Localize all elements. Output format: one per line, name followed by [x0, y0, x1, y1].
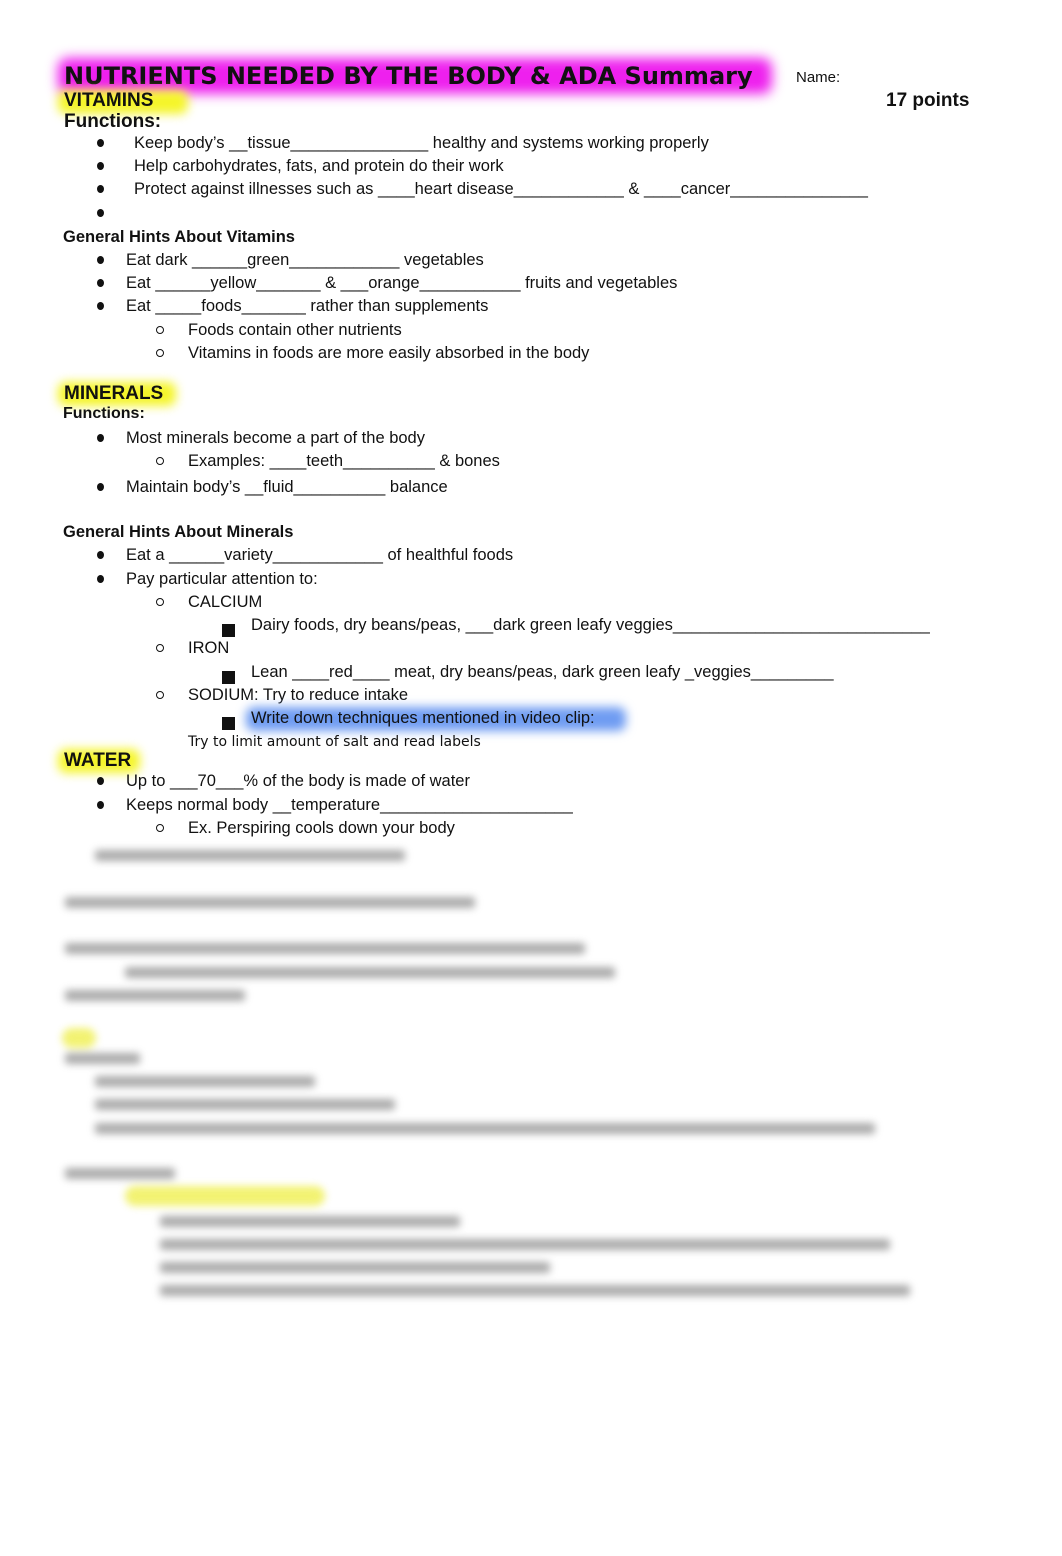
circle-bullet-icon — [156, 326, 164, 334]
bullet-icon — [97, 777, 104, 785]
vitamins-hints-heading: General Hints About Vitamins — [63, 228, 295, 246]
name-label: Name: — [796, 69, 841, 86]
circle-bullet-icon — [156, 691, 164, 699]
vitamins-heading: VITAMINS — [64, 90, 154, 111]
list-item: Ex. Perspiring cools down your body — [188, 819, 455, 837]
list-item: Keeps normal body __temperature_________… — [126, 796, 573, 814]
list-item: Most minerals become a part of the body — [126, 429, 425, 447]
list-item: Eat ______yellow_______ & ___orange_____… — [126, 274, 678, 292]
list-item: Write down techniques mentioned in video… — [251, 709, 595, 727]
bullet-icon — [97, 162, 104, 170]
circle-bullet-icon — [156, 644, 164, 652]
bullet-icon — [97, 551, 104, 559]
minerals-hints-heading: General Hints About Minerals — [63, 523, 294, 541]
minerals-heading: MINERALS — [64, 383, 164, 404]
bullet-icon — [97, 139, 104, 147]
list-item: Up to ___70___% of the body is made of w… — [126, 772, 470, 790]
list-item: IRON — [188, 639, 230, 657]
bullet-icon — [97, 256, 104, 264]
square-bullet-icon — [222, 717, 235, 730]
bullet-icon — [97, 185, 104, 193]
list-item: Vitamins in foods are more easily absorb… — [188, 344, 590, 362]
list-item: Keep body’s __tissue_______________ heal… — [134, 134, 709, 152]
minerals-functions-label: Functions: — [63, 405, 145, 422]
bullet-icon — [97, 209, 104, 217]
vitamins-functions-label: Functions: — [64, 111, 162, 132]
square-bullet-icon — [222, 671, 235, 684]
list-item: Eat dark ______green____________ vegetab… — [126, 251, 484, 269]
bullet-icon — [97, 302, 104, 310]
blurred-content — [0, 840, 1062, 1320]
bullet-icon — [97, 279, 104, 287]
bullet-icon — [97, 575, 104, 583]
list-item: CALCIUM — [188, 593, 263, 611]
square-bullet-icon — [222, 624, 235, 637]
list-item: Examples: ____teeth__________ & bones — [188, 452, 500, 470]
list-item: Eat a ______variety____________ of healt… — [126, 546, 514, 564]
answer-text: Try to limit amount of salt and read lab… — [188, 734, 481, 750]
list-item: Foods contain other nutrients — [188, 321, 402, 339]
list-item: Protect against illnesses such as ____he… — [134, 180, 868, 198]
list-item: Dairy foods, dry beans/peas, ___dark gre… — [251, 616, 930, 634]
circle-bullet-icon — [156, 824, 164, 832]
list-item: SODIUM: Try to reduce intake — [188, 686, 409, 704]
bullet-icon — [97, 483, 104, 491]
list-item: Help carbohydrates, fats, and protein do… — [134, 157, 504, 175]
circle-bullet-icon — [156, 349, 164, 357]
bullet-icon — [97, 434, 104, 442]
circle-bullet-icon — [156, 598, 164, 606]
page-title: NUTRIENTS NEEDED BY THE BODY & ADA Summa… — [64, 62, 753, 90]
bullet-icon — [97, 801, 104, 809]
list-item: Maintain body’s __fluid__________ balanc… — [126, 478, 448, 496]
points-label: 17 points — [886, 90, 970, 111]
water-heading: WATER — [64, 750, 132, 771]
list-item: Lean ____red____ meat, dry beans/peas, d… — [251, 663, 834, 681]
circle-bullet-icon — [156, 457, 164, 465]
list-item: Pay particular attention to: — [126, 570, 318, 588]
list-item: Eat _____foods_______ rather than supple… — [126, 297, 489, 315]
